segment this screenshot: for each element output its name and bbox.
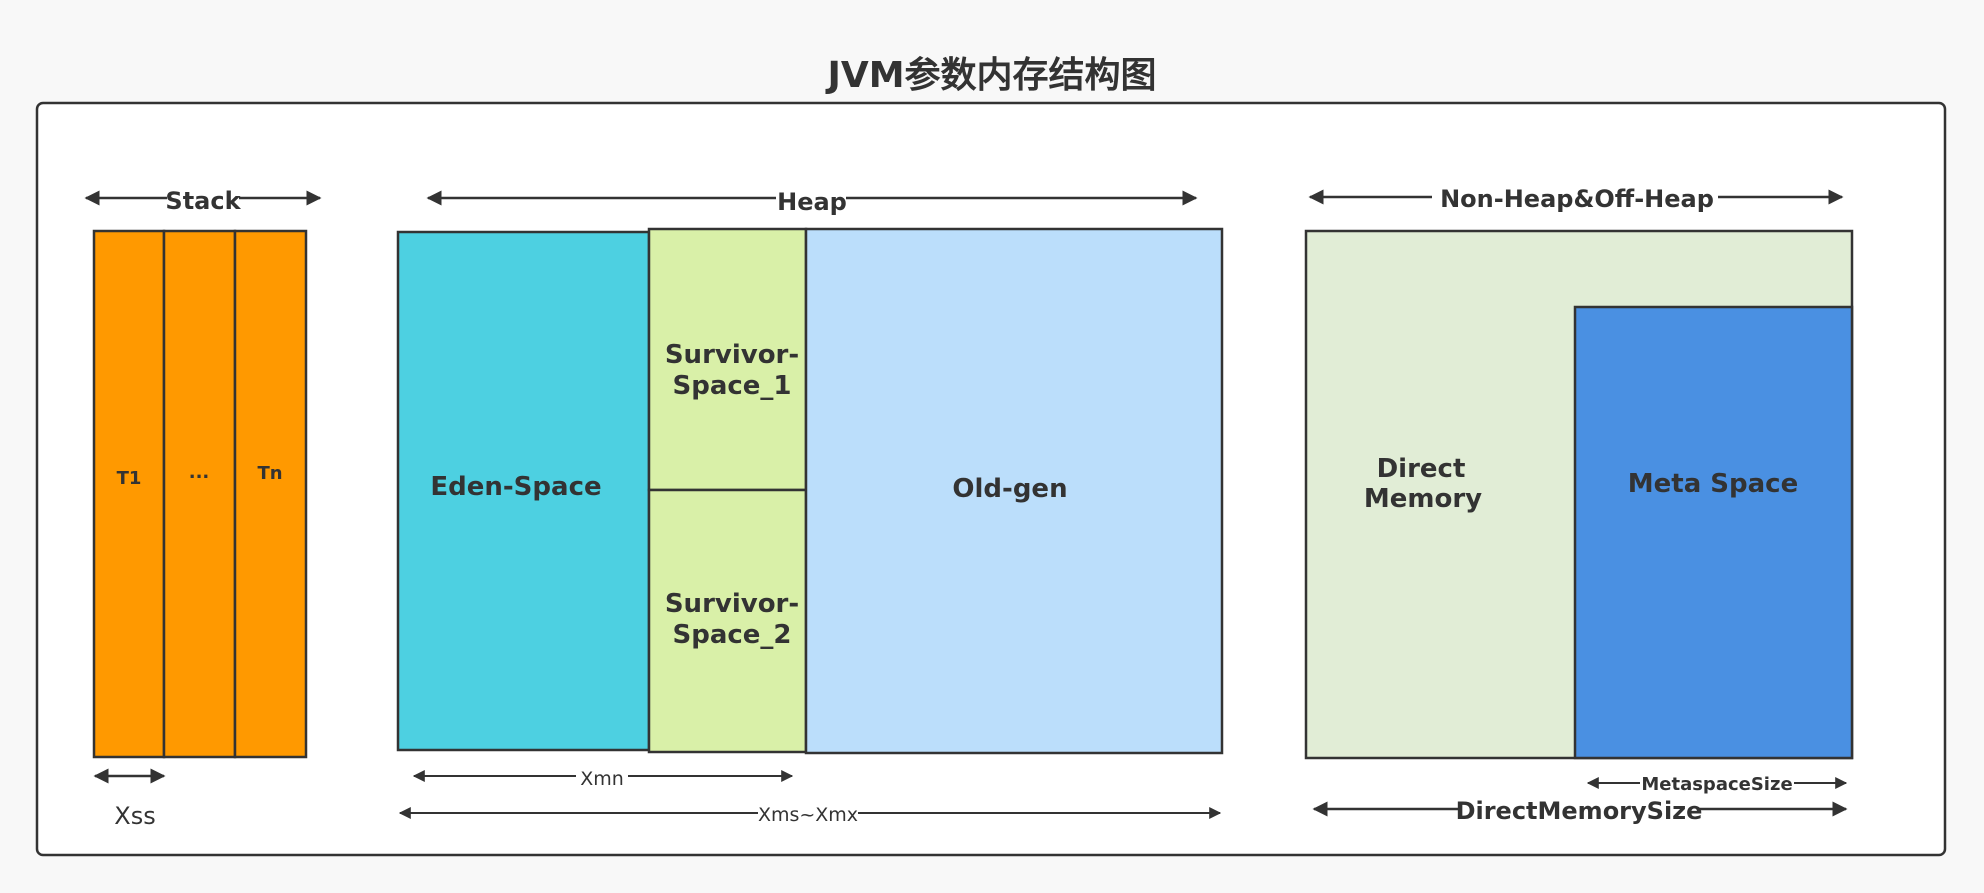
xss-label: Xss [114, 802, 155, 830]
thread-label-n: Tn [257, 463, 282, 484]
direct-memory-label-line2: Memory [1364, 484, 1482, 514]
thread-block-n [233, 229, 308, 759]
nonheap-label: Non-Heap&Off-Heap [1440, 185, 1714, 213]
direct-memory-label-line1: Direct [1377, 454, 1466, 484]
eden-label: Eden-Space [430, 472, 601, 502]
stack-label: Stack [165, 187, 241, 215]
xms-xmx-label: Xms~Xmx [758, 804, 858, 826]
meta-space [1573, 305, 1854, 760]
thread-block-2 [162, 229, 237, 759]
direct-memory-size-label: DirectMemorySize [1456, 797, 1703, 825]
xmn-label: Xmn [580, 768, 624, 790]
stack-section: Stack T1 ... Tn Xss [84, 182, 322, 830]
heap-section: Heap Eden-Space Survivor- Space_1 Surviv… [396, 182, 1224, 826]
old-gen-label: Old-gen [952, 474, 1067, 504]
survivor-2-label-line2: Space_2 [672, 620, 791, 650]
jvm-memory-diagram: JVM参数内存结构图 Stack T1 ... Tn Xss Heap Eden… [35, 55, 1947, 857]
metaspace-size-label: MetaspaceSize [1641, 774, 1792, 795]
diagram-title: JVM参数内存结构图 [824, 55, 1156, 96]
meta-space-label: Meta Space [1628, 469, 1798, 499]
thread-label-1: T1 [117, 468, 142, 489]
heap-label: Heap [777, 188, 847, 216]
survivor-1-label-line1: Survivor- [665, 340, 799, 370]
thread-label-2: ... [189, 462, 210, 483]
thread-block-1 [92, 229, 166, 759]
nonheap-section: Non-Heap&Off-Heap Direct Memory Meta Spa… [1304, 182, 1854, 825]
survivor-1-label-line2: Space_1 [672, 371, 791, 401]
survivor-2-label-line1: Survivor- [665, 589, 799, 619]
